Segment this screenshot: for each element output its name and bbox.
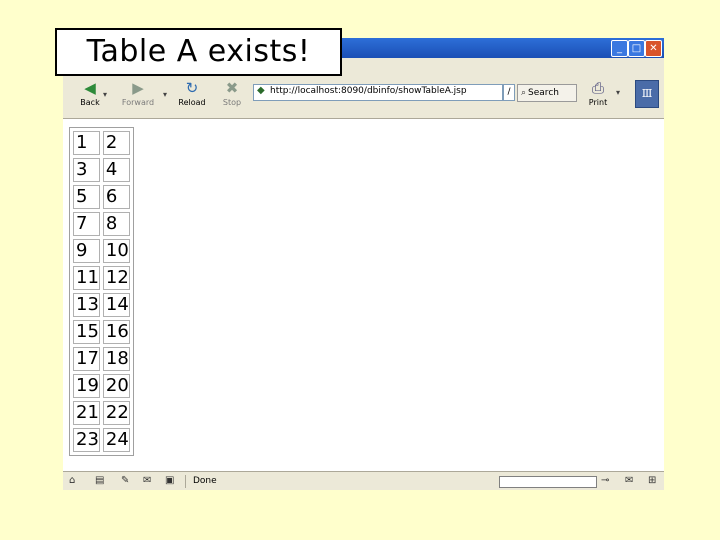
- table-row: 23 24: [73, 428, 130, 452]
- slide-title: Table A exists!: [55, 28, 342, 76]
- print-dropdown-icon[interactable]: ▾: [616, 88, 620, 97]
- table-cell: 3: [73, 158, 100, 182]
- table-cell: 23: [73, 428, 100, 452]
- table-cell: 19: [73, 374, 100, 398]
- table-row: 34: [73, 158, 130, 182]
- browser-window: _ □ ✕ e ◀ Back ▾ ▶ Forward ▾ ↻ Reload ✖ …: [63, 38, 664, 490]
- table-cell: 7: [73, 212, 100, 236]
- lock-icon: ⊞: [648, 475, 657, 486]
- status-bar: ⌂ ▤ ✎ ✉ ▣ Done ⊸ ✉ ⊞: [63, 471, 664, 490]
- minimize-icon[interactable]: _: [611, 40, 628, 57]
- table-cell: 8: [102, 212, 130, 236]
- forward-arrow-icon: ▶: [132, 79, 144, 97]
- table-row: 13 14: [73, 293, 130, 317]
- table-cell: 9: [73, 239, 100, 263]
- table-row: 12: [73, 131, 130, 155]
- maximize-icon[interactable]: □: [628, 40, 645, 57]
- reload-button[interactable]: ↻ Reload: [171, 78, 213, 114]
- table-cell: 17: [73, 347, 100, 371]
- table-cell: 20: [102, 374, 130, 398]
- table-cell: 5: [73, 185, 100, 209]
- reload-icon: ↻: [185, 79, 199, 97]
- table-cell: 22: [102, 401, 130, 425]
- table-cell: 1: [73, 131, 100, 155]
- security-icon: ✉: [625, 475, 634, 486]
- table-cell: 21: [73, 401, 100, 425]
- close-icon[interactable]: ✕: [645, 40, 662, 57]
- table-cell: 4: [102, 158, 130, 182]
- status-divider: [185, 475, 186, 488]
- table-cell: 14: [102, 293, 130, 317]
- table-cell: 18: [102, 347, 130, 371]
- table-cell: 6: [102, 185, 130, 209]
- page-content: 1 2 3 4 5 6 7 8 9 10 11 12 13 14 15 16 17 18 19 20 21 22 23 24: [63, 119, 664, 471]
- table-row: 9 10: [73, 239, 130, 263]
- mail-icon[interactable]: ✉: [143, 475, 151, 486]
- table-row: 56: [73, 185, 130, 209]
- table-cell: 15: [73, 320, 100, 344]
- forward-label: Forward: [121, 98, 155, 107]
- browser-logo-icon: Ⅲ: [635, 80, 659, 108]
- print-label: Print: [588, 98, 608, 107]
- table-cell: 2: [102, 131, 130, 155]
- table-cell: 16: [102, 320, 130, 344]
- page-icon: ◆: [257, 85, 265, 96]
- status-text: Done: [193, 476, 217, 486]
- table-row: 19 20: [73, 374, 130, 398]
- address-input[interactable]: http://localhost:8090/dbinfo/showTableA.…: [270, 86, 467, 96]
- table-cell: 10: [102, 239, 130, 263]
- reload-label: Reload: [178, 98, 206, 107]
- tools-icon[interactable]: ✎: [121, 475, 129, 486]
- stop-icon: ✖: [225, 79, 239, 97]
- table-cell: 13: [73, 293, 100, 317]
- forward-dropdown-icon[interactable]: ▾: [163, 90, 167, 99]
- search-icon: ⌕: [521, 88, 527, 98]
- back-dropdown-icon[interactable]: ▾: [103, 90, 107, 99]
- stop-button[interactable]: ✖ Stop: [211, 78, 253, 114]
- home-icon[interactable]: ⌂: [69, 475, 75, 486]
- table-cell: 11: [73, 266, 100, 290]
- address-dropdown-icon[interactable]: /: [503, 84, 515, 101]
- table-row: 78: [73, 212, 130, 236]
- forward-button[interactable]: ▶ Forward: [117, 78, 159, 114]
- composer-icon[interactable]: ▣: [165, 475, 174, 486]
- progress-bar: [499, 476, 597, 488]
- search-button[interactable]: ⌕ Search: [517, 84, 577, 102]
- table-a: 1 2 3 4 5 6 7 8 9 10 11 12 13 14 15 16 17 18 19 20 21 22 23 24: [69, 127, 134, 456]
- back-label: Back: [80, 98, 100, 107]
- table-row: 15 16: [73, 320, 130, 344]
- table-row: 11 12: [73, 266, 130, 290]
- table-row: 21 22: [73, 401, 130, 425]
- search-label: Search: [528, 88, 559, 98]
- address-bar[interactable]: ◆ http://localhost:8090/dbinfo/showTable…: [253, 84, 503, 101]
- bookmark-icon[interactable]: ▤: [95, 475, 104, 486]
- print-button[interactable]: ⎙ Print: [583, 78, 613, 114]
- table-cell: 12: [102, 266, 130, 290]
- connection-icon: ⊸: [601, 475, 610, 486]
- printer-icon: ⎙: [591, 79, 604, 97]
- table-row: 17 18: [73, 347, 130, 371]
- table-cell: 24: [102, 428, 130, 452]
- stop-label: Stop: [222, 98, 242, 107]
- toolbar: ◀ Back ▾ ▶ Forward ▾ ↻ Reload ✖ Stop ◆ h…: [63, 74, 664, 119]
